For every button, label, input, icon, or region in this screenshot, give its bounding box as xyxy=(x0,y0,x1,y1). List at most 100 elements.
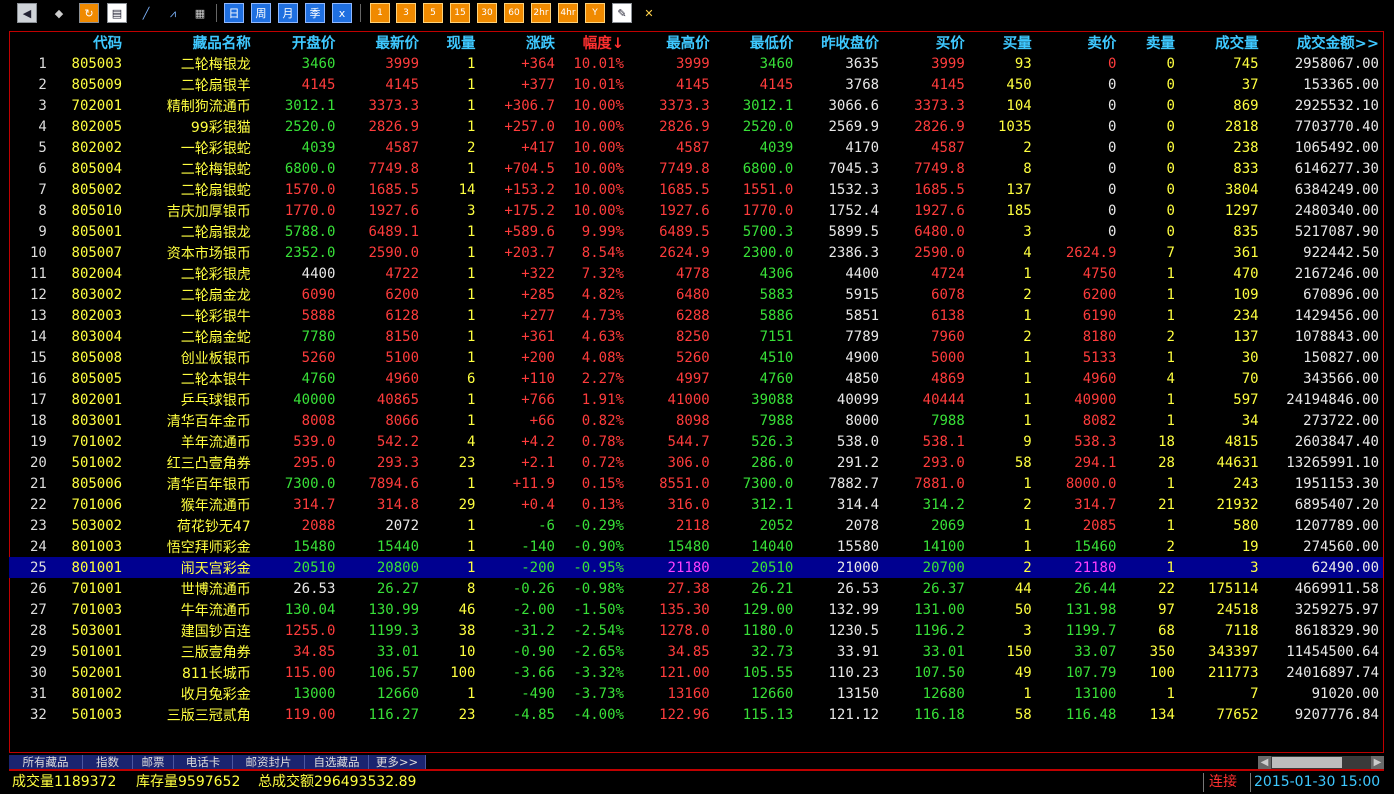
col-high-cell: 4997 xyxy=(675,370,710,387)
period-week-button[interactable]: 周 xyxy=(251,3,271,23)
col-low-header[interactable]: 最低价 xyxy=(714,32,798,53)
table-row[interactable]: 23 503002 荷花钞无47 2088 2072 1 -6 -0.29% 2118 2052 2… xyxy=(9,515,1383,536)
table-row[interactable]: 4 802005 99彩银猫 2520.0 2826.9 1 +257.0 10.00% 282… xyxy=(9,116,1383,137)
table-row[interactable]: 1 805003 二轮梅银龙 3460 3999 1 +364 10.01% 3999 3460 3… xyxy=(9,53,1383,74)
edit-icon[interactable]: ✎ xyxy=(612,3,632,23)
period-day-button[interactable]: 日 xyxy=(224,3,244,23)
tab-stamps[interactable]: 邮票 xyxy=(133,755,174,770)
table-row[interactable]: 28 503001 建国钞百连 1255.0 1199.3 38 -31.2 -2.54% 12… xyxy=(9,620,1383,641)
table-row[interactable]: 22 701006 猴年流通币 314.7 314.8 29 +0.4 0.13% 316.0 3… xyxy=(9,494,1383,515)
table-row[interactable]: 12 803002 二轮扇金龙 6090 6200 1 +285 4.82% 6480 5883 5… xyxy=(9,284,1383,305)
table-row[interactable]: 5 802002 一轮彩银蛇 4039 4587 2 +417 10.00% 4587 4039 4… xyxy=(9,137,1383,158)
col-prev-close-header[interactable]: 昨收盘价 xyxy=(797,32,883,53)
col-name-header[interactable]: 藏品名称 xyxy=(126,32,255,53)
col-volume-header[interactable]: 成交量 xyxy=(1179,32,1263,53)
col-ask-vol-header[interactable]: 卖量 xyxy=(1120,32,1179,53)
period-3min-button[interactable]: 3 xyxy=(396,3,416,23)
table-row[interactable]: 11 802004 二轮彩银虎 4400 4722 1 +322 7.32% 4778 4306 4… xyxy=(9,263,1383,284)
table-row[interactable]: 7 805002 二轮扇银蛇 1570.0 1685.5 14 +153.2 10.00% 16… xyxy=(9,179,1383,200)
col-code-cell: 805010 xyxy=(71,202,123,219)
analysis-icon[interactable]: ⩘ xyxy=(163,3,183,23)
table-icon[interactable]: ▦ xyxy=(190,3,210,23)
table-row[interactable]: 20 501002 红三凸壹角券 295.0 293.3 23 +2.1 0.72% 306.0… xyxy=(9,452,1383,473)
col-code-header[interactable]: 代码 xyxy=(51,32,126,53)
period-year-button[interactable]: Y xyxy=(585,3,605,23)
col-open-cell: 4039 xyxy=(301,139,336,156)
col-ask-cell: 8082 xyxy=(1082,412,1117,429)
table-row[interactable]: 24 801003 悟空拜师彩金 15480 15440 1 -140 -0.90% 15480… xyxy=(9,536,1383,557)
tab-phone-cards[interactable]: 电话卡 xyxy=(174,755,233,770)
table-row[interactable]: 31 801002 收月兔彩金 13000 12660 1 -490 -3.73% 13160 1… xyxy=(9,683,1383,704)
quote-list-icon[interactable]: ▤ xyxy=(107,3,127,23)
col-open-header[interactable]: 开盘价 xyxy=(255,32,340,53)
back-icon[interactable]: ◀ xyxy=(17,3,37,23)
table-row[interactable]: 3 702001 精制狗流通币 3012.1 3373.3 1 +306.7 10.00% 33… xyxy=(9,95,1383,116)
col-open-cell: 5260 xyxy=(301,349,336,366)
table-row[interactable]: 8 805010 吉庆加厚银币 1770.0 1927.6 3 +175.2 10.00% 19… xyxy=(9,200,1383,221)
col-index-header[interactable] xyxy=(9,32,51,53)
col-low-cell: 7151 xyxy=(759,328,794,345)
table-row[interactable]: 2 805009 二轮扇银羊 4145 4145 1 +377 10.01% 4145 4145 3… xyxy=(9,74,1383,95)
col-prev-close-cell: 5915 xyxy=(845,286,880,303)
scroll-thumb[interactable] xyxy=(1272,757,1342,768)
period-5min-button[interactable]: 5 xyxy=(423,3,443,23)
col-last-cell: 106.57 xyxy=(368,664,420,681)
table-row[interactable]: 30 502001 811长城币 115.00 106.57 100 -3.66 -3.32%… xyxy=(9,662,1383,683)
table-row[interactable]: 15 805008 创业板银币 5260 5100 1 +200 4.08% 5260 4510 4… xyxy=(9,347,1383,368)
col-bid-cell: 12680 xyxy=(922,685,965,702)
period-month-button[interactable]: 月 xyxy=(278,3,298,23)
chart-icon[interactable]: ╱ xyxy=(136,3,156,23)
col-code-cell: 805003 xyxy=(71,55,123,72)
col-amount-cell: 1065492.00 xyxy=(1294,139,1379,156)
horizontal-scrollbar[interactable]: ◀ ▶ xyxy=(1258,756,1384,769)
tab-postal-covers[interactable]: 邮资封片 xyxy=(233,755,305,770)
col-change-pct-header[interactable]: 幅度↓ xyxy=(559,32,628,53)
table-row[interactable]: 13 802003 一轮彩银牛 5888 6128 1 +277 4.73% 6288 5886 5… xyxy=(9,305,1383,326)
tab-all-items[interactable]: 所有藏品 xyxy=(9,755,83,770)
scroll-left-icon[interactable]: ◀ xyxy=(1258,756,1271,769)
col-amount-header[interactable]: 成交金额>> xyxy=(1263,32,1383,53)
cube-icon[interactable]: ◆ xyxy=(49,3,69,23)
col-high-header[interactable]: 最高价 xyxy=(628,32,714,53)
col-bid-vol-header[interactable]: 买量 xyxy=(969,32,1036,53)
tab-watchlist[interactable]: 自选藏品 xyxy=(305,755,369,770)
col-change-header[interactable]: 涨跌 xyxy=(479,32,558,53)
col-ask-header[interactable]: 卖价 xyxy=(1036,32,1121,53)
table-row[interactable]: 29 501001 三版壹角券 34.85 33.01 10 -0.90 -2.65% 34.8… xyxy=(9,641,1383,662)
col-current-vol-header[interactable]: 现量 xyxy=(423,32,479,53)
col-volume-cell: 2818 xyxy=(1224,118,1259,135)
col-high-cell: 2118 xyxy=(675,517,710,534)
period-4hr-button[interactable]: 4hr xyxy=(558,3,578,23)
period-15min-button[interactable]: 15 xyxy=(450,3,470,23)
period-60min-button[interactable]: 60 xyxy=(504,3,524,23)
table-row[interactable]: 14 803004 二轮扇金蛇 7780 8150 1 +361 4.63% 8250 7151 7… xyxy=(9,326,1383,347)
status-amount: 总成交额296493532.89 xyxy=(258,774,417,790)
period-custom-button[interactable]: x xyxy=(332,3,352,23)
table-row[interactable]: 10 805007 资本市场银币 2352.0 2590.0 1 +203.7 8.54% 26… xyxy=(9,242,1383,263)
refresh-icon[interactable]: ↻ xyxy=(79,3,99,23)
table-row[interactable]: 27 701003 牛年流通币 130.04 130.99 46 -2.00 -1.50% 13… xyxy=(9,599,1383,620)
table-row[interactable]: 19 701002 羊年流通币 539.0 542.2 4 +4.2 0.78% 544.7 52… xyxy=(9,431,1383,452)
tab-index[interactable]: 指数 xyxy=(83,755,133,770)
table-row[interactable]: 26 701001 世博流通币 26.53 26.27 8 -0.26 -0.98% 27.38… xyxy=(9,578,1383,599)
col-bid-header[interactable]: 买价 xyxy=(883,32,969,53)
col-volume-cell: 361 xyxy=(1233,244,1259,261)
col-change-cell: +0.4 xyxy=(521,496,555,513)
table-row[interactable]: 6 805004 二轮梅银蛇 6800.0 7749.8 1 +704.5 10.00% 774… xyxy=(9,158,1383,179)
table-row[interactable]: 25 801001 闹天宫彩金 20510 20800 1 -200 -0.95% 21180 2… xyxy=(9,557,1383,578)
scroll-right-icon[interactable]: ▶ xyxy=(1371,756,1384,769)
col-last-header[interactable]: 最新价 xyxy=(339,32,423,53)
table-row[interactable]: 17 802001 乒乓球银币 40000 40865 1 +766 1.91% 41000 39… xyxy=(9,389,1383,410)
table-row[interactable]: 16 805005 二轮本银牛 4760 4960 6 +110 2.27% 4997 4760 4… xyxy=(9,368,1383,389)
period-2hr-button[interactable]: 2hr xyxy=(531,3,551,23)
table-row[interactable]: 21 805006 清华百年银币 7300.0 7894.6 1 +11.9 0.15% 855… xyxy=(9,473,1383,494)
table-row[interactable]: 18 803001 清华百年金币 8008 8066 1 +66 0.82% 8098 7988 8… xyxy=(9,410,1383,431)
col-volume-cell: 745 xyxy=(1233,55,1259,72)
period-1min-button[interactable]: 1 xyxy=(370,3,390,23)
table-row[interactable]: 9 805001 二轮扇银龙 5788.0 6489.1 1 +589.6 9.99% 6489… xyxy=(9,221,1383,242)
tools-icon[interactable]: ✕ xyxy=(639,3,659,23)
table-row[interactable]: 32 501003 三版三冠贰角 119.00 116.27 23 -4.85 -4.00% 1… xyxy=(9,704,1383,725)
period-quarter-button[interactable]: 季 xyxy=(305,3,325,23)
period-30min-button[interactable]: 30 xyxy=(477,3,497,23)
tab-more[interactable]: 更多>> xyxy=(369,755,426,770)
